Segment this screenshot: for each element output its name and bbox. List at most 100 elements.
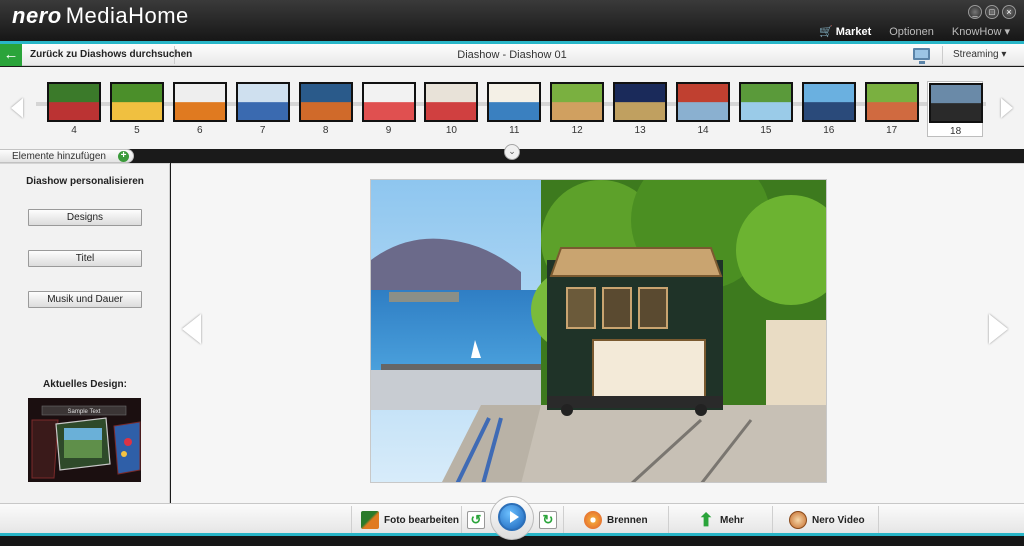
thumbnail-image [361,82,416,122]
rotate-left-icon: ↺ [467,511,485,529]
brand-name: nero [12,3,62,28]
thumbnail-image [109,82,164,122]
filmstrip-prev-icon[interactable] [11,98,23,118]
filmstrip-thumbnail[interactable]: 13 [612,81,668,137]
burn-button[interactable]: Brennen [584,508,648,532]
thumbnail-image [613,82,668,122]
page-title: Diashow - Diashow 01 [457,49,567,61]
next-photo-icon[interactable] [989,314,1008,344]
market-link[interactable]: 🛒 Market [819,25,872,39]
cart-icon: 🛒 [819,26,833,38]
thumbnail-image [298,82,353,122]
thumbnail-number: 6 [197,125,203,136]
disc-flame-icon [584,511,602,529]
add-items-button[interactable]: Elemente hinzufügen + [0,149,134,163]
add-items-label: Elemente hinzufügen [12,151,106,162]
design-preview[interactable]: Sample Text [28,398,141,482]
divider [942,46,943,64]
divider [772,506,773,534]
divider [668,506,669,534]
thumbnail-number: 18 [950,126,962,137]
design-sample-text: Sample Text [68,409,101,415]
nav-bar: ← Zurück zu Diashows durchsuchen Diashow… [0,44,1024,66]
market-label: Market [835,25,872,38]
more-label: Mehr [720,514,744,526]
thumbnail-number: 13 [634,125,646,136]
close-button[interactable]: × [1002,5,1016,19]
edit-photo-icon [361,511,379,529]
plus-icon: + [118,151,129,162]
thumbnail-number: 12 [571,125,583,136]
filmstrip-thumbnail[interactable]: 7 [235,81,291,137]
filmstrip-thumbnail[interactable]: 16 [801,81,857,137]
edit-photo-label: Foto bearbeiten [384,514,460,526]
thumbnail-image [424,82,479,122]
filmstrip-thumbnail[interactable]: 6 [172,81,228,137]
thumbnail-number: 14 [697,125,709,136]
thumbnail-number: 8 [322,125,329,136]
filmstrip-thumbnail[interactable]: 17 [864,81,920,137]
panel-heading: Diashow personalisieren [26,176,144,187]
knowhow-menu[interactable]: KnowHow ▾ [952,25,1010,38]
thumbnail-image [864,82,919,122]
thumbnail-image [550,82,605,122]
thumbnail-number: 15 [760,125,772,136]
title-button[interactable]: Titel [28,250,142,267]
thumbnail-image [172,82,227,122]
edit-photo-button[interactable]: Foto bearbeiten [361,508,459,532]
thumbnail-number: 7 [259,125,266,136]
divider [878,506,879,534]
thumbnail-number: 5 [134,125,140,136]
streaming-menu[interactable]: Streaming ▾ [953,49,1006,60]
nero-video-label: Nero Video [812,514,865,526]
thumbnail-number: 17 [886,125,898,136]
filmstrip-thumbnail[interactable]: 4 [46,81,102,137]
thumbnail-image [47,82,101,122]
filmstrip-thumbnail[interactable]: 15 [738,81,794,137]
music-duration-button[interactable]: Musik und Dauer [28,291,142,308]
play-button[interactable] [498,503,526,531]
minimize-button[interactable]: _ [968,5,982,19]
thumbnail-image [801,82,856,122]
divider [461,506,462,534]
filmstrip-thumbnail[interactable]: 8 [298,81,354,137]
divider [563,506,564,534]
thumbnail-image [738,82,793,122]
options-menu[interactable]: Optionen [889,26,934,38]
filmstrip-thumbnail[interactable]: 14 [675,81,731,137]
filmstrip: 4 5 6 7 8 9 10 11 12 13 14 15 16 17 18 [0,67,1024,149]
nero-video-button[interactable]: Nero Video [789,508,865,532]
filmstrip-thumbnail[interactable]: 11 [486,81,542,137]
window-controls: _ □ × [968,5,1016,19]
app-logo: nero MediaHome [12,3,189,29]
product-name: MediaHome [65,3,189,28]
rotate-right-button[interactable]: ↻ [539,508,557,532]
divider [351,506,352,534]
main-preview-area [171,163,1024,503]
designs-button[interactable]: Designs [28,209,142,226]
filmstrip-thumbnail[interactable]: 5 [109,81,165,137]
previous-photo-icon[interactable] [182,314,201,344]
thumbnail-number: 11 [509,125,520,136]
title-bar: nero MediaHome _ □ × 🛒 Market Optionen Kn… [0,0,1024,44]
filmstrip-thumbnail[interactable]: 9 [361,81,417,137]
monitor-icon[interactable] [913,48,930,64]
filmstrip-thumbnail[interactable]: 18 [926,81,983,137]
side-panel: Diashow personalisieren Designs Titel Mu… [0,163,170,503]
rotate-left-button[interactable]: ↺ [467,508,485,532]
thumbnail-image [235,82,290,122]
more-button[interactable]: ⬆ Mehr [697,508,744,532]
thumbnail-image [487,82,542,122]
current-design-label: Aktuelles Design: [43,379,127,390]
filmstrip-thumbnail[interactable]: 10 [423,81,479,137]
thumbnail-image [676,82,730,122]
maximize-button[interactable]: □ [985,5,999,19]
thumbnail-number: 4 [71,125,77,136]
slideshow-photo [370,179,827,483]
top-menu: 🛒 Market Optionen KnowHow ▾ [819,25,1010,39]
thumbnail-number: 9 [385,125,392,136]
filmstrip-next-icon[interactable] [1001,98,1013,118]
filmstrip-thumbnail[interactable]: 12 [549,81,605,137]
arrow-up-icon: ⬆ [698,510,714,530]
chevron-down-icon[interactable]: ⌄ [504,144,520,160]
